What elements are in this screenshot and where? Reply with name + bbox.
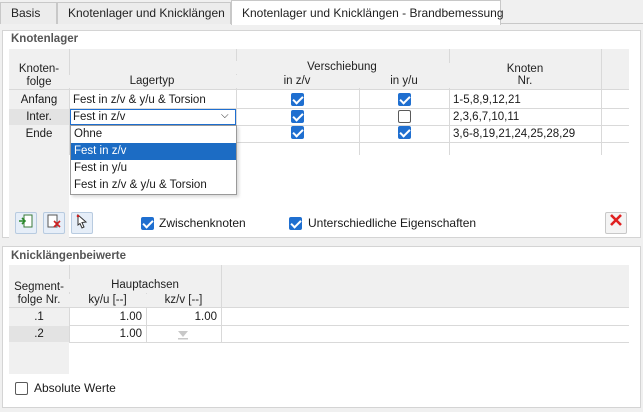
col-kyu: ky/u [--] — [69, 294, 146, 307]
tab-knotenlager[interactable]: Knotenlager und Knicklängen — [57, 2, 231, 24]
col-nr: Nr. — [449, 75, 601, 88]
row-folge: Inter. — [9, 109, 69, 125]
zwischenknoten-checkbox[interactable] — [141, 217, 154, 230]
col-verschiebung: Verschiebung — [236, 61, 448, 74]
delete-row-icon[interactable] — [43, 212, 65, 234]
kyu-cell[interactable]: 1.00 — [73, 309, 142, 325]
col-inzv: in z/v — [236, 75, 358, 88]
insert-row-icon[interactable] — [15, 212, 37, 234]
lagertyp-dropdown-list: Ohne Fest in z/v Fest in y/u Fest in z/v… — [70, 125, 237, 195]
checkbox-y[interactable] — [398, 93, 411, 106]
tab-knotenlager-brand[interactable]: Knotenlager und Knicklängen - Brandbemes… — [231, 0, 504, 25]
kzv-cell[interactable]: 1.00 — [149, 309, 217, 325]
lagertyp-combobox[interactable]: Fest in z/v ⌵ — [70, 109, 236, 125]
kyu-cell[interactable]: 1.00 — [73, 326, 142, 342]
col-knotenfolge: Knoten- folge — [9, 63, 69, 89]
chevron-down-icon[interactable]: ⌵ — [221, 108, 229, 124]
knoten-nr-cell[interactable]: 2,3,6,7,10,11 — [453, 109, 519, 125]
dropdown-option[interactable]: Fest in y/u — [71, 160, 236, 177]
select-pointer-icon[interactable] — [71, 212, 93, 234]
row-folge: Ende — [25, 128, 53, 140]
tab-bar: Basis Knotenlager und Knicklängen Knoten… — [0, 0, 643, 25]
dropdown-option[interactable]: Ohne — [71, 126, 236, 143]
knoten-nr-cell[interactable]: 3,6-8,19,21,24,25,28,29 — [453, 126, 575, 142]
section-title: Knicklängenbeiwerte — [3, 248, 135, 264]
col-hauptachsen: Hauptachsen — [69, 279, 221, 292]
zwischenknoten-label: Zwischenknoten — [159, 216, 246, 230]
checkbox-z[interactable] — [291, 110, 304, 123]
row-folge: Anfang — [20, 94, 58, 106]
segment-nr: .2 — [9, 326, 69, 342]
dropdown-option[interactable]: Fest in z/v & y/u & Torsion — [71, 177, 236, 194]
unterschiedliche-label: Unterschiedliche Eigenschaften — [308, 216, 477, 230]
checkbox-z[interactable] — [291, 126, 304, 139]
tab-basis[interactable]: Basis — [0, 2, 57, 24]
dropdown-option-selected[interactable]: Fest in z/v — [71, 143, 236, 160]
section-title: Knotenlager — [3, 31, 87, 47]
absolute-werte-checkbox[interactable] — [15, 382, 28, 395]
fill-down-icon[interactable] — [177, 329, 189, 343]
delete-icon[interactable] — [605, 212, 627, 234]
col-kzv: kz/v [--] — [146, 294, 221, 307]
combobox-value: Fest in z/v — [73, 111, 126, 123]
absolute-werte-label: Absolute Werte — [34, 381, 116, 395]
checkbox-y[interactable] — [398, 126, 411, 139]
segment-nr: .1 — [34, 311, 44, 323]
knotenlager-panel: Knotenlager Knoten- folge Lagertyp Versc… — [2, 30, 641, 240]
knoten-nr-cell[interactable]: 1-5,8,9,12,21 — [453, 92, 521, 108]
col-lagertyp: Lagertyp — [69, 75, 235, 88]
lagertyp-cell[interactable]: Fest in z/v & y/u & Torsion — [73, 92, 206, 108]
checkbox-z[interactable] — [291, 93, 304, 106]
col-inyu: in y/u — [359, 75, 449, 88]
checkbox-y[interactable] — [398, 110, 411, 123]
knicklaengen-panel: Knicklängenbeiwerte Segment- folge Nr. H… — [2, 246, 641, 408]
col-segment: Segment- folge Nr. — [9, 281, 69, 307]
unterschiedliche-checkbox[interactable] — [289, 217, 302, 230]
